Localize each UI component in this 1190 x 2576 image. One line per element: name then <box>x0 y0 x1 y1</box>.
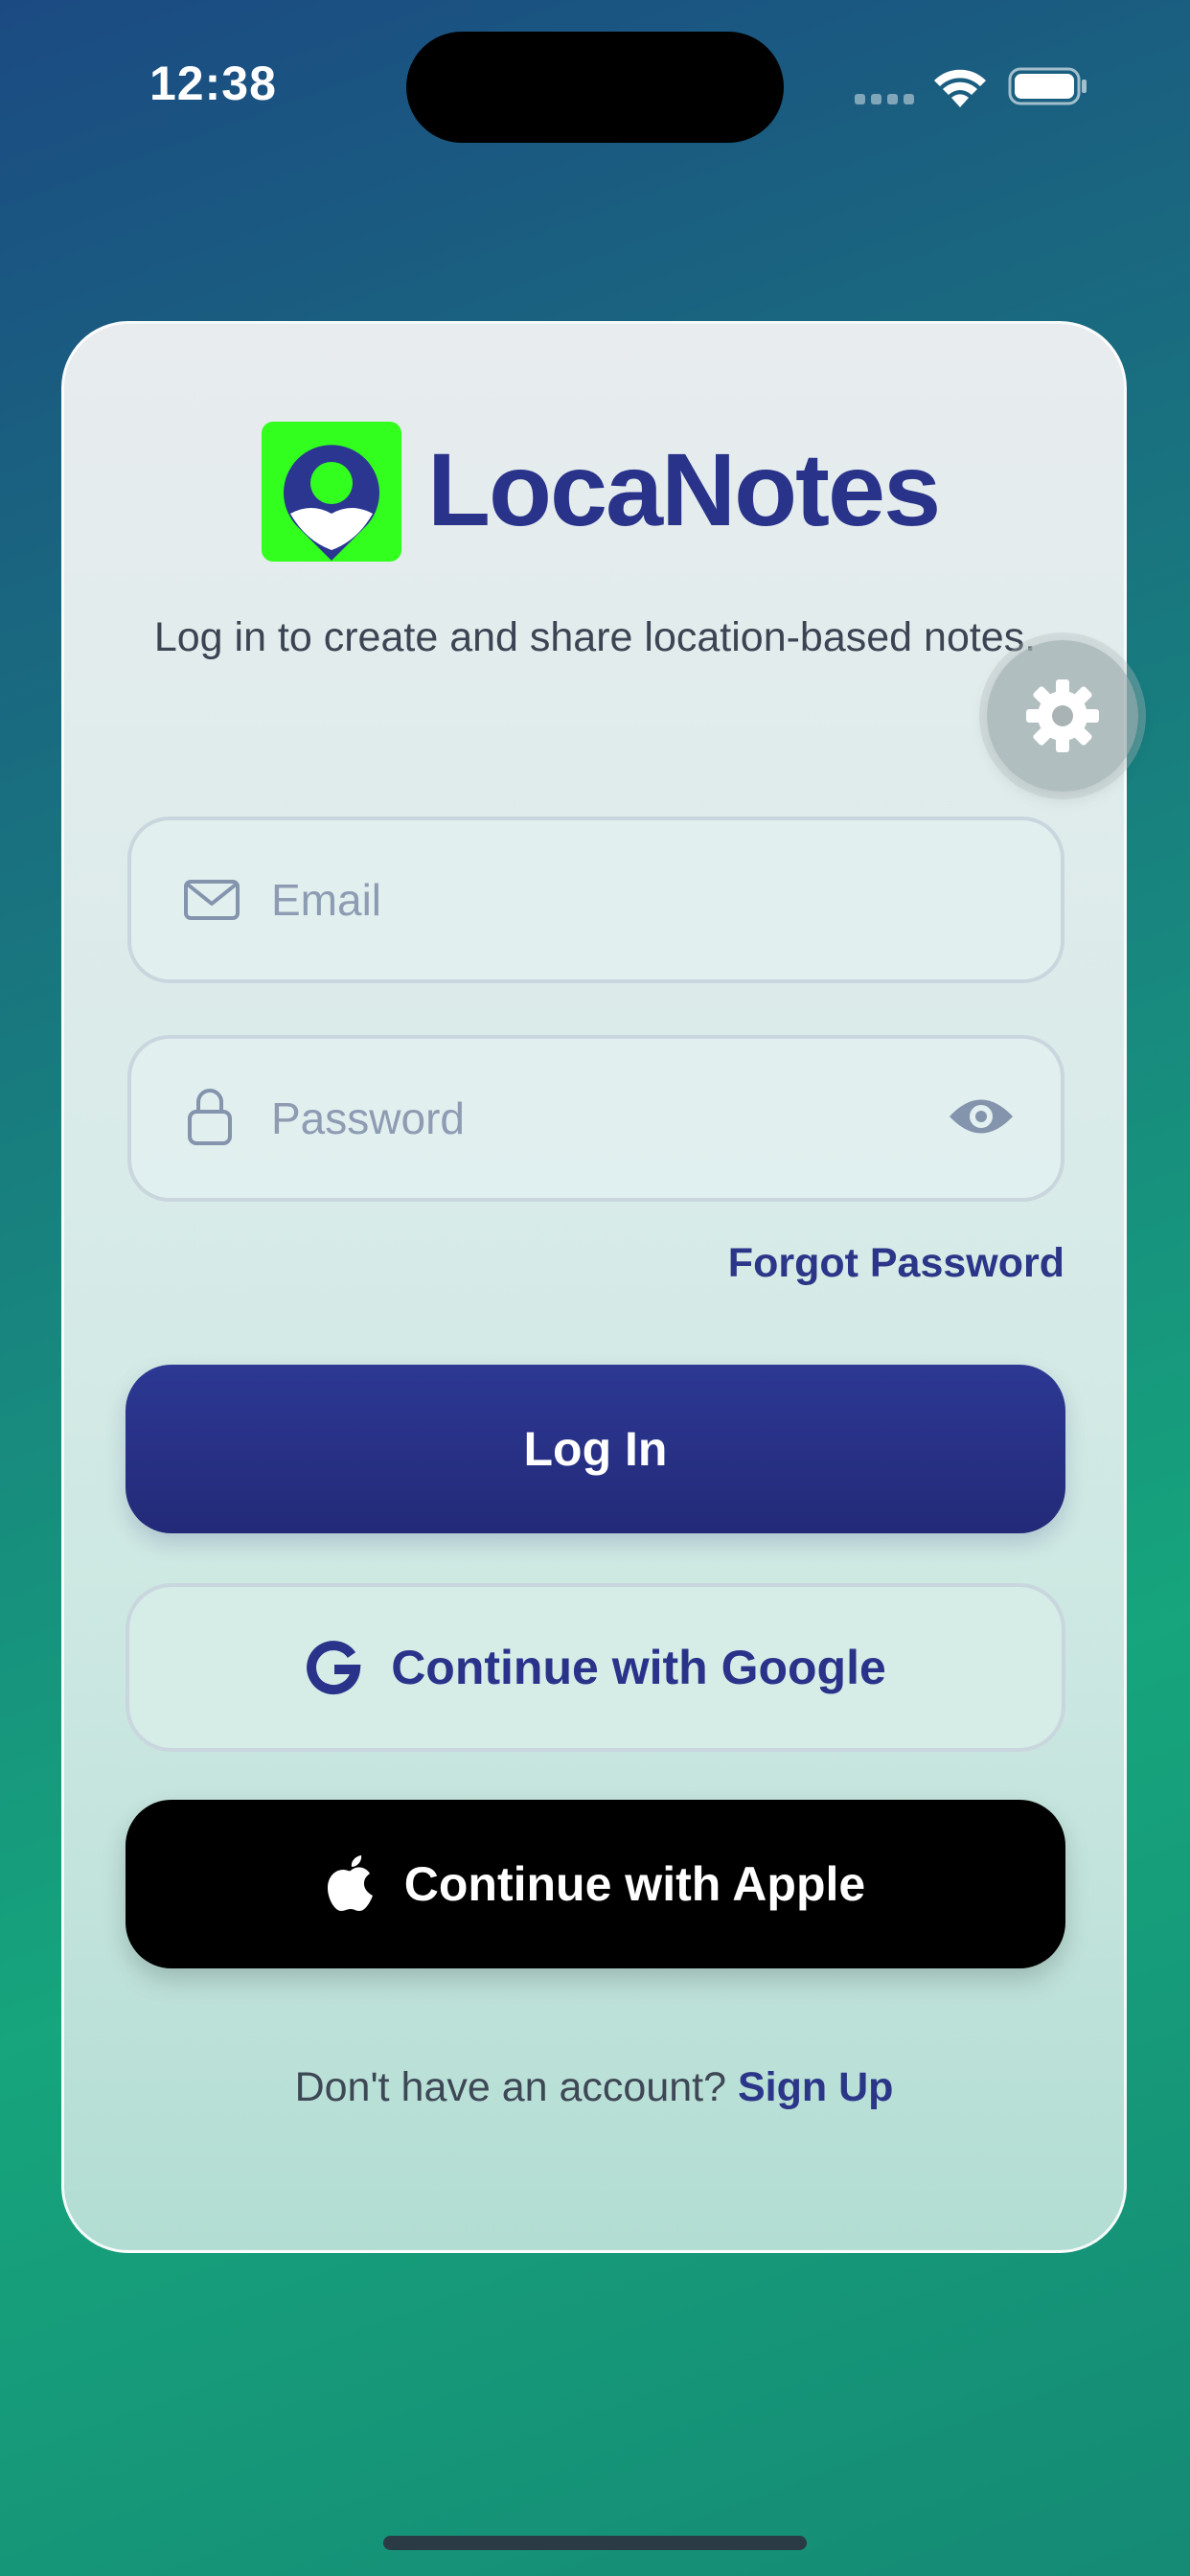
email-input[interactable] <box>271 820 904 979</box>
forgot-password-link[interactable]: Forgot Password <box>728 1240 1064 1287</box>
dynamic-island <box>406 32 784 143</box>
password-field[interactable] <box>127 1035 1064 1202</box>
brand-name: LocaNotes <box>427 431 941 547</box>
tagline: Log in to create and share location-base… <box>153 614 1037 660</box>
settings-button[interactable] <box>987 640 1138 792</box>
gear-icon <box>1026 679 1099 752</box>
login-button[interactable]: Log In <box>126 1365 1065 1533</box>
apple-button-label: Continue with Apple <box>403 1857 866 1911</box>
status-bar: 12:38 <box>0 0 1190 172</box>
google-signin-button[interactable]: Continue with Google <box>126 1583 1065 1752</box>
login-button-label: Log In <box>523 1422 668 1476</box>
google-button-label: Continue with Google <box>391 1641 886 1694</box>
email-field[interactable] <box>127 816 1064 983</box>
apple-icon <box>326 1855 376 1913</box>
lock-icon <box>188 1089 232 1145</box>
signup-row: Don't have an account? Sign Up <box>61 2064 1127 2111</box>
password-input[interactable] <box>271 1039 904 1198</box>
battery-icon <box>1008 67 1087 105</box>
mail-icon <box>184 880 240 920</box>
wifi-icon <box>934 69 986 107</box>
signal-icon <box>855 94 914 105</box>
location-pin-icon <box>262 422 401 562</box>
signup-link[interactable]: Sign Up <box>738 2064 893 2110</box>
home-indicator[interactable] <box>383 2536 807 2550</box>
status-time: 12:38 <box>149 57 277 110</box>
eye-icon[interactable] <box>948 1092 1015 1140</box>
signup-prompt: Don't have an account? <box>294 2064 727 2110</box>
google-icon <box>305 1639 362 1696</box>
apple-signin-button[interactable]: Continue with Apple <box>126 1800 1065 1968</box>
